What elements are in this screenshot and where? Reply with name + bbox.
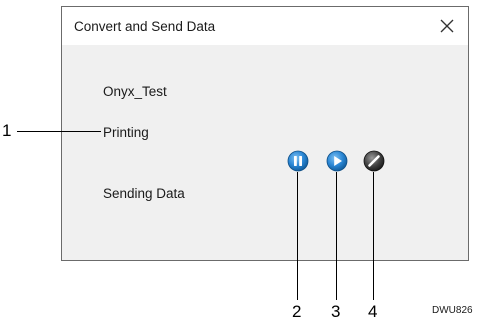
close-button[interactable] [426,7,468,45]
callout-number-3: 3 [331,302,341,321]
figure: Convert and Send Data Onyx_Test Printing… [0,0,478,325]
cancel-button[interactable] [363,150,385,172]
play-icon [326,150,348,172]
title-bar: Convert and Send Data [62,7,468,45]
callout-line-2 [297,172,299,300]
callout-number-2: 2 [292,302,302,321]
callout-line-3 [336,172,338,300]
status-text: Printing [103,125,149,140]
cancel-icon [363,150,385,172]
dialog-title: Convert and Send Data [74,19,216,34]
pause-button[interactable] [287,150,309,172]
close-icon [440,19,454,33]
callout-number-4: 4 [368,302,378,321]
callout-line-4 [373,172,375,300]
figure-code: DWU826 [432,305,473,316]
document-name: Onyx_Test [103,84,167,99]
callout-line-1 [17,131,101,133]
resume-button[interactable] [326,150,348,172]
convert-send-dialog: Convert and Send Data Onyx_Test Printing… [61,6,469,261]
callout-number-1: 1 [2,121,12,140]
pause-icon [287,150,309,172]
sending-data-label: Sending Data [103,186,185,201]
